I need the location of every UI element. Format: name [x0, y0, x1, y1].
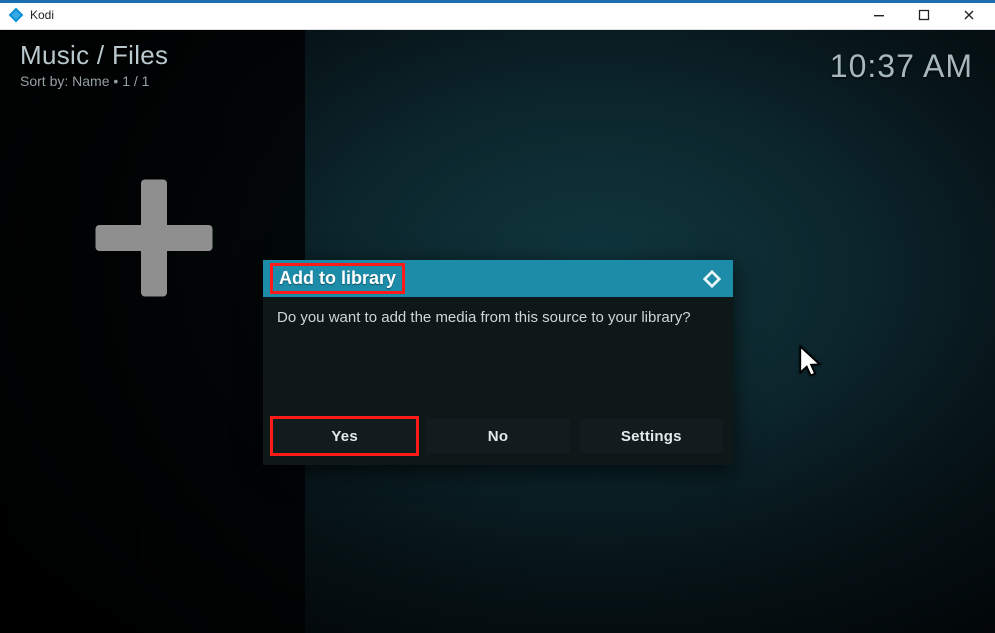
title-bar-accent — [0, 0, 995, 3]
dialog-header: Add to library — [263, 260, 733, 297]
dialog-title-highlight: Add to library — [273, 266, 402, 291]
modal-overlay: Add to library Do you want to add the me… — [0, 30, 995, 633]
dialog-actions: Yes No Settings — [263, 419, 733, 465]
window-controls — [856, 1, 991, 29]
add-to-library-dialog: Add to library Do you want to add the me… — [263, 260, 733, 465]
app-viewport: Music / Files Sort by: Name • 1 / 1 10:3… — [0, 30, 995, 633]
close-button[interactable] — [946, 1, 991, 29]
no-button[interactable]: No — [426, 419, 569, 453]
minimize-button[interactable] — [856, 1, 901, 29]
dialog-title: Add to library — [279, 268, 396, 288]
window-title-bar: Kodi — [0, 0, 995, 30]
settings-button[interactable]: Settings — [580, 419, 723, 453]
kodi-logo-icon — [8, 7, 24, 23]
dialog-message: Do you want to add the media from this s… — [263, 297, 733, 419]
maximize-button[interactable] — [901, 1, 946, 29]
yes-button[interactable]: Yes — [273, 419, 416, 453]
kodi-logo-icon — [701, 268, 723, 290]
window-title: Kodi — [30, 8, 54, 22]
